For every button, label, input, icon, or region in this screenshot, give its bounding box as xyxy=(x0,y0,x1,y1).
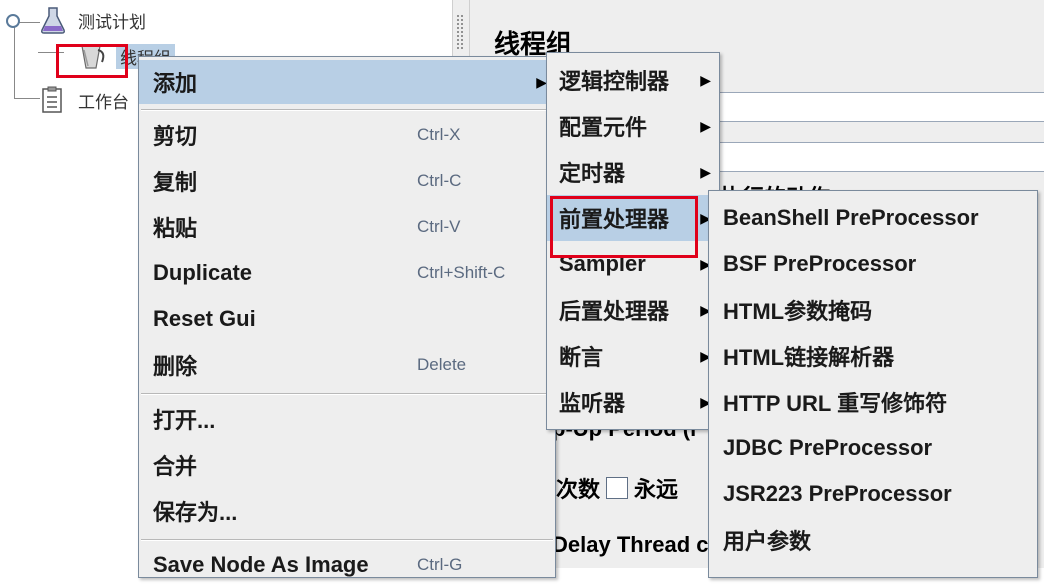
tree-line xyxy=(14,98,40,99)
preprocessor-item-label: BeanShell PreProcessor xyxy=(723,205,979,230)
forever-checkbox[interactable] xyxy=(606,477,629,499)
preprocessor-item-html-param-mask[interactable]: HTML参数掩码 xyxy=(709,287,1037,333)
submenu-item-label: 配置元件 xyxy=(559,115,648,140)
menu-item-delete[interactable]: 删除 Delete xyxy=(139,343,555,387)
submenu-item-config-element[interactable]: 配置元件 ▶ xyxy=(547,103,719,149)
loop-row: 次数 永远 xyxy=(556,472,678,504)
submenu-item-label: 断言 xyxy=(559,345,604,370)
menu-item-shortcut: Delete xyxy=(417,355,467,374)
preprocessor-item-user-parameters[interactable]: 用户参数 xyxy=(709,517,1037,563)
submenu-item-listener[interactable]: 监听器 ▶ xyxy=(547,379,719,425)
menu-item-label: 添加 xyxy=(153,71,198,96)
preprocessor-item-html-link-parser[interactable]: HTML链接解析器 xyxy=(709,333,1037,379)
preprocessor-item-label: JDBC PreProcessor xyxy=(723,435,933,460)
workbench-icon xyxy=(42,86,62,113)
preprocessor-item-http-url-rewriter[interactable]: HTTP URL 重写修饰符 xyxy=(709,379,1037,425)
menu-item-paste[interactable]: 粘贴 Ctrl-V xyxy=(139,205,555,249)
menu-item-add[interactable]: 添加 ▶ xyxy=(139,60,555,104)
menu-item-open[interactable]: 打开... xyxy=(139,397,555,441)
menu-item-duplicate[interactable]: Duplicate Ctrl+Shift-C xyxy=(139,251,555,295)
menu-item-label: Save Node As Image xyxy=(153,552,369,577)
menu-item-save-as[interactable]: 保存为... xyxy=(139,489,555,533)
forever-label: 永远 xyxy=(634,477,679,502)
tree-line xyxy=(38,52,64,53)
menu-item-label: 删除 xyxy=(153,354,198,379)
submenu-item-label: 后置处理器 xyxy=(559,299,670,324)
preprocessor-submenu: BeanShell PreProcessor BSF PreProcessor … xyxy=(708,190,1038,578)
submenu-arrow-icon: ▶ xyxy=(700,117,711,134)
tree-item-label: 工作台 xyxy=(78,92,129,112)
tree-handle-icon[interactable] xyxy=(6,14,20,28)
menu-separator xyxy=(141,393,553,395)
submenu-item-pre-processor[interactable]: 前置处理器 ▶ xyxy=(547,195,719,241)
preprocessor-item-label: 用户参数 xyxy=(723,529,812,554)
menu-item-label: Duplicate xyxy=(153,260,253,285)
menu-item-save-node-as-image[interactable]: Save Node As Image Ctrl-G xyxy=(139,543,555,587)
menu-item-label: 打开... xyxy=(153,408,216,433)
menu-item-shortcut: Ctrl-X xyxy=(417,125,461,144)
menu-item-copy[interactable]: 复制 Ctrl-C xyxy=(139,159,555,203)
menu-item-label: 粘贴 xyxy=(153,216,198,241)
menu-item-label: 合并 xyxy=(153,454,198,479)
comment-field[interactable] xyxy=(710,142,1044,172)
submenu-arrow-icon: ▶ xyxy=(700,71,711,88)
loop-count-label: 次数 xyxy=(556,477,601,502)
menu-item-merge[interactable]: 合并 xyxy=(139,443,555,487)
menu-item-label: 复制 xyxy=(153,170,198,195)
preprocessor-item-label: HTTP URL 重写修饰符 xyxy=(723,391,948,416)
delay-thread-label: Delay Thread c xyxy=(552,532,709,557)
submenu-arrow-icon: ▶ xyxy=(700,163,711,180)
menu-item-label: 保存为... xyxy=(153,500,238,525)
menu-item-shortcut: Ctrl-C xyxy=(417,171,462,190)
add-submenu: 逻辑控制器 ▶ 配置元件 ▶ 定时器 ▶ 前置处理器 ▶ Sampler ▶ 后… xyxy=(546,52,720,430)
tree-item-test-plan[interactable]: 测试计划 xyxy=(40,6,146,34)
submenu-item-logic-controller[interactable]: 逻辑控制器 ▶ xyxy=(547,57,719,103)
menu-item-shortcut: Ctrl-G xyxy=(417,555,463,574)
menu-separator xyxy=(141,539,553,541)
tree-item-workbench[interactable]: 工作台 xyxy=(40,86,129,114)
tree-item-label: 测试计划 xyxy=(78,12,146,32)
preprocessor-item-label: HTML链接解析器 xyxy=(723,345,895,370)
submenu-item-label: 逻辑控制器 xyxy=(559,69,670,94)
context-menu: 添加 ▶ 剪切 Ctrl-X 复制 Ctrl-C 粘贴 Ctrl-V Dupli… xyxy=(138,56,556,578)
menu-item-shortcut: Ctrl+Shift-C xyxy=(417,263,506,282)
preprocessor-item-jdbc[interactable]: JDBC PreProcessor xyxy=(709,425,1037,471)
preprocessor-item-bsf[interactable]: BSF PreProcessor xyxy=(709,241,1037,287)
submenu-item-post-processor[interactable]: 后置处理器 ▶ xyxy=(547,287,719,333)
tree-line xyxy=(14,22,15,98)
menu-item-label: 剪切 xyxy=(153,124,198,149)
submenu-item-label: Sampler xyxy=(559,251,646,276)
flask-icon xyxy=(41,7,65,34)
menu-item-cut[interactable]: 剪切 Ctrl-X xyxy=(139,113,555,157)
menu-item-reset-gui[interactable]: Reset Gui xyxy=(139,297,555,341)
submenu-item-assertion[interactable]: 断言 ▶ xyxy=(547,333,719,379)
submenu-item-label: 监听器 xyxy=(559,391,626,416)
thread-group-icon xyxy=(81,45,105,69)
preprocessor-item-beanshell[interactable]: BeanShell PreProcessor xyxy=(709,195,1037,241)
splitter-grip-icon[interactable] xyxy=(456,14,464,50)
submenu-item-label: 定时器 xyxy=(559,161,626,186)
menu-item-label: Reset Gui xyxy=(153,306,256,331)
menu-item-shortcut: Ctrl-V xyxy=(417,217,461,236)
preprocessor-item-label: BSF PreProcessor xyxy=(723,251,917,276)
preprocessor-item-jsr223[interactable]: JSR223 PreProcessor xyxy=(709,471,1037,517)
menu-separator xyxy=(141,109,553,111)
preprocessor-item-label: HTML参数掩码 xyxy=(723,299,873,324)
preprocessor-item-label: JSR223 PreProcessor xyxy=(723,481,952,506)
submenu-item-sampler[interactable]: Sampler ▶ xyxy=(547,241,719,287)
submenu-item-timer[interactable]: 定时器 ▶ xyxy=(547,149,719,195)
name-field[interactable] xyxy=(710,92,1044,122)
submenu-item-label: 前置处理器 xyxy=(559,207,670,232)
